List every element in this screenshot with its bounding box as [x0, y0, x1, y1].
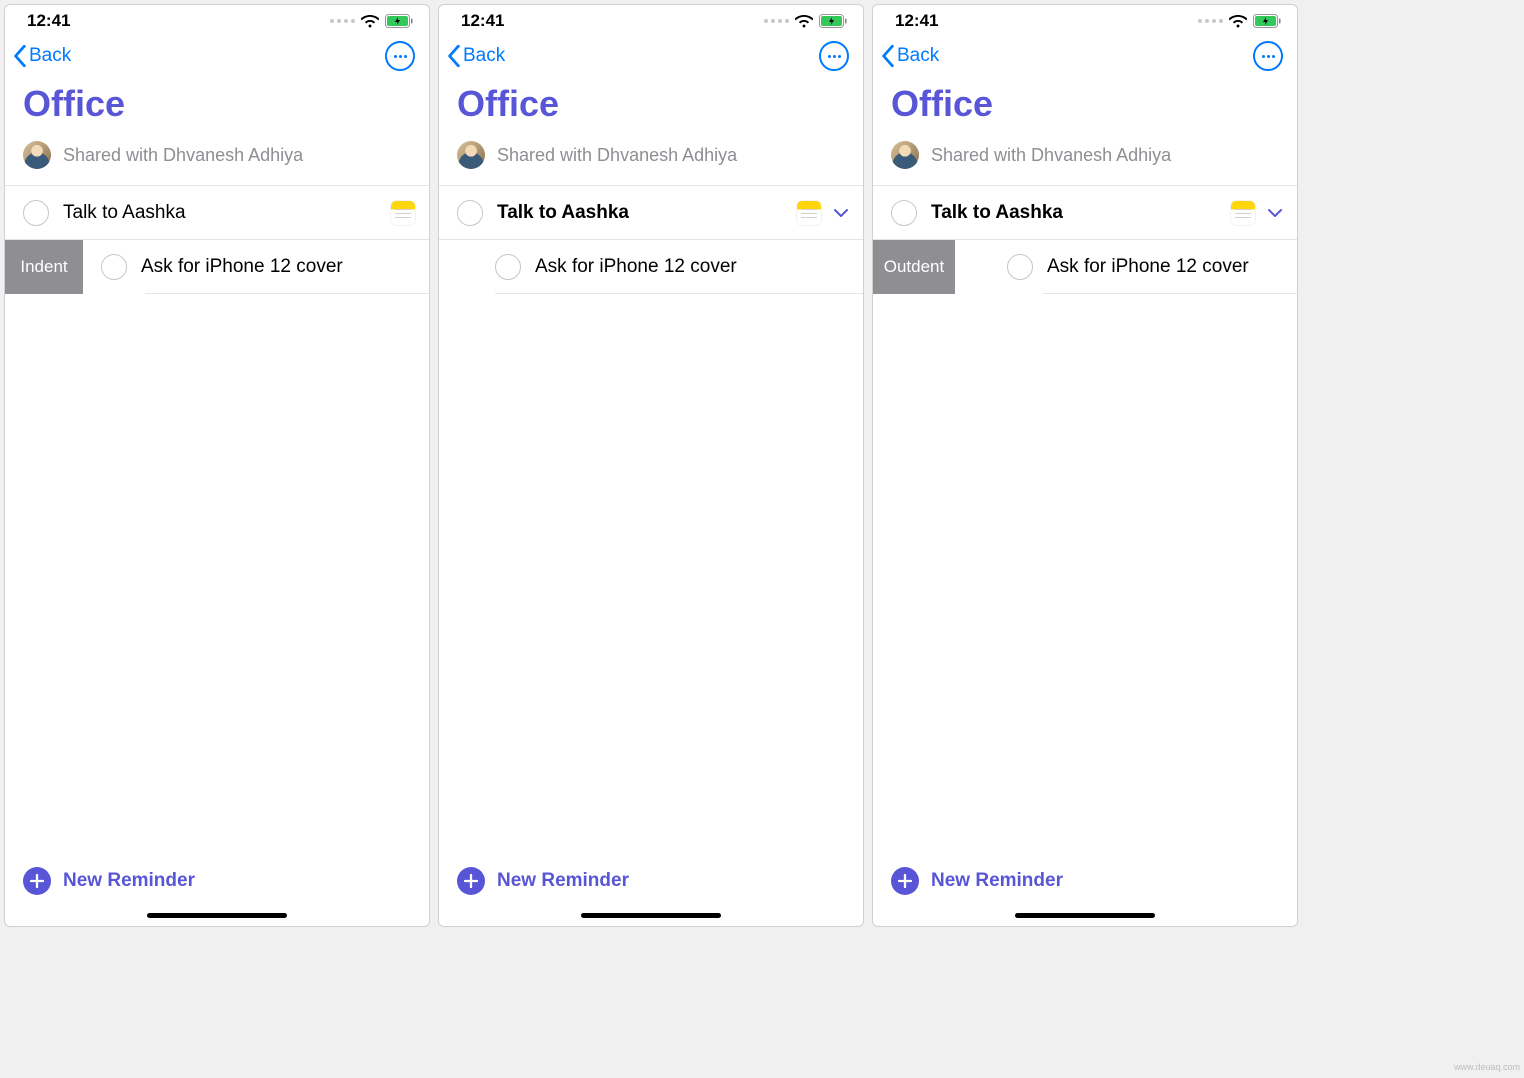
back-button[interactable]: Back — [13, 45, 71, 67]
back-button[interactable]: Back — [881, 45, 939, 67]
screen-3: 12:41 Back Office Shared with Dhvanesh A… — [872, 4, 1298, 927]
wifi-icon — [795, 15, 813, 28]
shared-row[interactable]: Shared with Dhvanesh Adhiya — [439, 137, 863, 186]
plus-icon — [891, 867, 919, 895]
reminder-text[interactable]: Talk to Aashka — [497, 202, 797, 224]
shared-row[interactable]: Shared with Dhvanesh Adhiya — [873, 137, 1297, 186]
new-reminder-button[interactable]: New Reminder — [439, 853, 863, 913]
more-button[interactable] — [819, 41, 849, 71]
wifi-icon — [1229, 15, 1247, 28]
chevron-left-icon — [881, 45, 895, 67]
new-reminder-button[interactable]: New Reminder — [873, 853, 1297, 913]
notes-icon — [1231, 201, 1255, 225]
ellipsis-icon — [1262, 55, 1275, 58]
reminder-text[interactable]: Ask for iPhone 12 cover — [1047, 256, 1283, 278]
plus-icon — [23, 867, 51, 895]
list-title: Office — [873, 79, 1297, 137]
status-time: 12:41 — [27, 11, 70, 31]
status-time: 12:41 — [895, 11, 938, 31]
avatar — [891, 141, 919, 169]
plus-icon — [457, 867, 485, 895]
expand-toggle-icon[interactable] — [1267, 208, 1283, 218]
nav-bar: Back — [439, 33, 863, 79]
expand-toggle-icon[interactable] — [833, 208, 849, 218]
reminder-text[interactable]: Ask for iPhone 12 cover — [141, 256, 415, 278]
home-indicator[interactable] — [581, 913, 721, 918]
complete-toggle[interactable] — [457, 200, 483, 226]
status-bar: 12:41 — [439, 5, 863, 33]
notes-icon — [391, 201, 415, 225]
complete-toggle[interactable] — [495, 254, 521, 280]
avatar — [23, 141, 51, 169]
reminder-text[interactable]: Ask for iPhone 12 cover — [535, 256, 849, 278]
ellipsis-icon — [828, 55, 841, 58]
complete-toggle[interactable] — [891, 200, 917, 226]
status-icons — [1198, 14, 1281, 28]
reminder-parent[interactable]: Talk to Aashka — [5, 186, 429, 240]
screen-1: 12:41 Back Office Shared with Dhvanesh A… — [4, 4, 430, 927]
new-reminder-button[interactable]: New Reminder — [5, 853, 429, 913]
new-reminder-label: New Reminder — [931, 870, 1063, 892]
cellular-icon — [330, 19, 355, 23]
status-icons — [764, 14, 847, 28]
new-reminder-label: New Reminder — [63, 870, 195, 892]
battery-charging-icon — [819, 14, 847, 28]
new-reminder-label: New Reminder — [497, 870, 629, 892]
notes-icon — [797, 201, 821, 225]
status-bar: 12:41 — [873, 5, 1297, 33]
chevron-left-icon — [13, 45, 27, 67]
wifi-icon — [361, 15, 379, 28]
status-icons — [330, 14, 413, 28]
screen-2: 12:41 Back Office Shared with Dhvanesh A… — [438, 4, 864, 927]
battery-charging-icon — [385, 14, 413, 28]
shared-text: Shared with Dhvanesh Adhiya — [497, 145, 737, 166]
cellular-icon — [1198, 19, 1223, 23]
reminder-parent-expanded[interactable]: Talk to Aashka — [439, 186, 863, 240]
reminder-child-swiped-outdent[interactable]: Outdent Ask for iPhone 12 cover — [873, 240, 1297, 294]
back-label: Back — [897, 45, 939, 67]
back-label: Back — [463, 45, 505, 67]
reminder-parent-expanded[interactable]: Talk to Aashka — [873, 186, 1297, 240]
more-button[interactable] — [385, 41, 415, 71]
complete-toggle[interactable] — [23, 200, 49, 226]
nav-bar: Back — [873, 33, 1297, 79]
reminder-text[interactable]: Talk to Aashka — [931, 202, 1231, 224]
status-time: 12:41 — [461, 11, 504, 31]
shared-row[interactable]: Shared with Dhvanesh Adhiya — [5, 137, 429, 186]
home-indicator[interactable] — [1015, 913, 1155, 918]
reminder-child-swiped[interactable]: Indent Ask for iPhone 12 cover — [5, 240, 429, 294]
status-bar: 12:41 — [5, 5, 429, 33]
more-button[interactable] — [1253, 41, 1283, 71]
complete-toggle[interactable] — [101, 254, 127, 280]
back-label: Back — [29, 45, 71, 67]
reminder-text[interactable]: Talk to Aashka — [63, 202, 391, 224]
home-indicator[interactable] — [147, 913, 287, 918]
cellular-icon — [764, 19, 789, 23]
nav-bar: Back — [5, 33, 429, 79]
shared-text: Shared with Dhvanesh Adhiya — [63, 145, 303, 166]
complete-toggle[interactable] — [1007, 254, 1033, 280]
list-title: Office — [439, 79, 863, 137]
outdent-action[interactable]: Outdent — [873, 240, 955, 294]
reminder-child[interactable]: Ask for iPhone 12 cover — [439, 240, 863, 294]
watermark: www.deuaq.com — [1454, 1062, 1520, 1072]
battery-charging-icon — [1253, 14, 1281, 28]
back-button[interactable]: Back — [447, 45, 505, 67]
chevron-left-icon — [447, 45, 461, 67]
list-title: Office — [5, 79, 429, 137]
ellipsis-icon — [394, 55, 407, 58]
avatar — [457, 141, 485, 169]
shared-text: Shared with Dhvanesh Adhiya — [931, 145, 1171, 166]
indent-action[interactable]: Indent — [5, 240, 83, 294]
